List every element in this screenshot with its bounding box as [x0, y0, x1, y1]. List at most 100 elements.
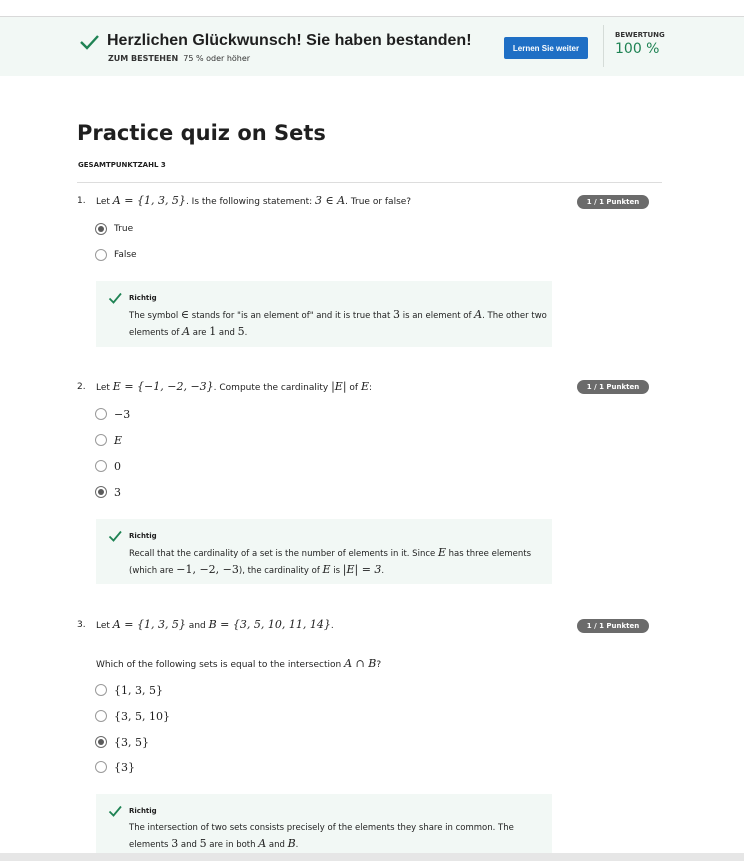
radio-button[interactable] — [95, 408, 107, 420]
pass-value: 75 % oder höher — [183, 54, 251, 63]
option-label: {3, 5, 10} — [114, 709, 170, 723]
radio-button-selected[interactable] — [95, 486, 107, 498]
math-expression: A = {1, 3, 5} — [112, 194, 186, 207]
text-fragment: has three elements — [445, 549, 532, 559]
text-fragment: The intersection of two sets consists pr… — [129, 823, 514, 833]
text-fragment: stands for "is an element of" and it is … — [189, 311, 393, 321]
answer-option[interactable]: E — [95, 433, 122, 447]
option-label: 0 — [114, 459, 121, 473]
math-expression: A = {1, 3, 5} — [112, 618, 186, 631]
text-fragment: is — [330, 566, 343, 576]
option-label: 3 — [114, 485, 121, 499]
math-expression: B = {3, 5, 10, 11, 14} — [208, 618, 331, 631]
text-fragment: (which are — [129, 566, 177, 576]
text-fragment: . — [295, 840, 299, 850]
radio-button[interactable] — [95, 761, 107, 773]
text-fragment: ? — [376, 660, 382, 670]
text-fragment: The symbol — [129, 311, 181, 321]
text-fragment: elements — [129, 840, 172, 850]
feedback-label: Richtig — [129, 807, 157, 815]
feedback-label: Richtig — [129, 294, 157, 302]
pass-label: ZUM BESTEHEN — [108, 54, 179, 63]
radio-button-selected[interactable] — [95, 223, 107, 235]
math-expression: B — [287, 837, 296, 850]
text-fragment: ), the cardinality of — [238, 566, 323, 576]
title-divider — [77, 182, 662, 183]
feedback-text: The symbol ∈ stands for "is an element o… — [129, 307, 579, 341]
check-icon — [80, 35, 99, 50]
radio-button[interactable] — [95, 710, 107, 722]
total-points: GESAMTPUNKTZAHL 3 — [78, 161, 166, 169]
math-expression: ∈ — [180, 308, 190, 321]
answer-option[interactable]: 0 — [95, 459, 121, 473]
text-fragment: . — [381, 566, 385, 576]
math-expression: E — [437, 546, 446, 559]
text-fragment: elements of — [129, 328, 183, 338]
text-fragment: Let — [96, 197, 113, 207]
question-subtext: Which of the following sets is equal to … — [96, 657, 381, 670]
result-banner: Herzlichen Glückwunsch! Sie haben bestan… — [0, 17, 744, 76]
feedback-box: Richtig The intersection of two sets con… — [96, 794, 552, 853]
option-label: {1, 3, 5} — [114, 683, 163, 697]
continue-learning-button[interactable]: Lernen Sie weiter — [504, 37, 588, 59]
radio-button[interactable] — [95, 460, 107, 472]
text-fragment: are — [190, 328, 210, 338]
answer-option[interactable]: {3, 5} — [95, 735, 149, 749]
feedback-box: Richtig The symbol ∈ stands for "is an e… — [96, 281, 552, 347]
math-expression: |E| = 3 — [342, 563, 382, 576]
math-expression: 3 — [393, 308, 400, 321]
feedback-text: The intersection of two sets consists pr… — [129, 820, 579, 853]
banner-divider — [603, 25, 604, 67]
text-fragment: . Compute the cardinality — [213, 383, 332, 393]
math-expression: A — [474, 308, 483, 321]
math-expression: A — [182, 325, 191, 338]
math-expression: −1, −2, −3 — [176, 563, 239, 576]
math-expression: E = {−1, −2, −3} — [112, 380, 214, 393]
radio-button-selected[interactable] — [95, 736, 107, 748]
radio-button[interactable] — [95, 434, 107, 446]
text-fragment: : — [368, 383, 373, 393]
feedback-label: Richtig — [129, 532, 157, 540]
math-expression: E — [360, 380, 369, 393]
question-text: Let A = {1, 3, 5} and B = {3, 5, 10, 11,… — [96, 618, 334, 631]
text-fragment: . The other two — [482, 311, 547, 321]
page-title: Practice quiz on Sets — [77, 121, 326, 145]
horizontal-scrollbar[interactable] — [0, 853, 744, 861]
math-expression: 3 ∈ A — [315, 194, 346, 207]
banner-title: Herzlichen Glückwunsch! Sie haben bestan… — [107, 32, 472, 49]
check-icon — [108, 292, 122, 304]
option-label: {3, 5} — [114, 735, 149, 749]
option-label: E — [114, 433, 123, 447]
option-label: True — [114, 224, 134, 234]
math-expression: A — [258, 837, 267, 850]
question-number: 2. — [77, 382, 86, 392]
grade-label: BEWERTUNG — [615, 31, 665, 39]
question-number: 3. — [77, 620, 86, 630]
question-text: Let E = {−1, −2, −3}. Compute the cardin… — [96, 380, 372, 393]
text-fragment: and — [216, 328, 238, 338]
math-expression: 5 — [237, 325, 245, 338]
text-fragment: Recall that the cardinality of a set is … — [129, 549, 438, 559]
answer-option[interactable]: False — [95, 248, 137, 262]
math-expression: 5 — [199, 837, 207, 850]
text-fragment: are in both — [206, 840, 259, 850]
answer-option[interactable]: {3} — [95, 760, 135, 774]
answer-option[interactable]: {3, 5, 10} — [95, 709, 170, 723]
check-icon — [108, 530, 122, 542]
answer-option[interactable]: True — [95, 222, 133, 236]
answer-option[interactable]: −3 — [95, 407, 130, 421]
pass-requirement: ZUM BESTEHEN 75 % oder höher — [108, 54, 250, 63]
radio-button[interactable] — [95, 684, 107, 696]
radio-button[interactable] — [95, 249, 107, 261]
answer-option[interactable]: {1, 3, 5} — [95, 683, 163, 697]
points-badge: 1 / 1 Punkten — [577, 195, 649, 209]
math-expression: A ∩ B — [344, 657, 377, 670]
text-fragment: Let — [96, 383, 113, 393]
answer-option[interactable]: 3 — [95, 485, 121, 499]
text-fragment: . — [330, 621, 334, 631]
text-fragment: and — [185, 621, 209, 631]
option-label: −3 — [114, 407, 131, 421]
points-badge: 1 / 1 Punkten — [577, 619, 649, 633]
question-text: Let A = {1, 3, 5}. Is the following stat… — [96, 194, 411, 207]
text-fragment: Which of the following sets is equal to … — [96, 660, 345, 670]
